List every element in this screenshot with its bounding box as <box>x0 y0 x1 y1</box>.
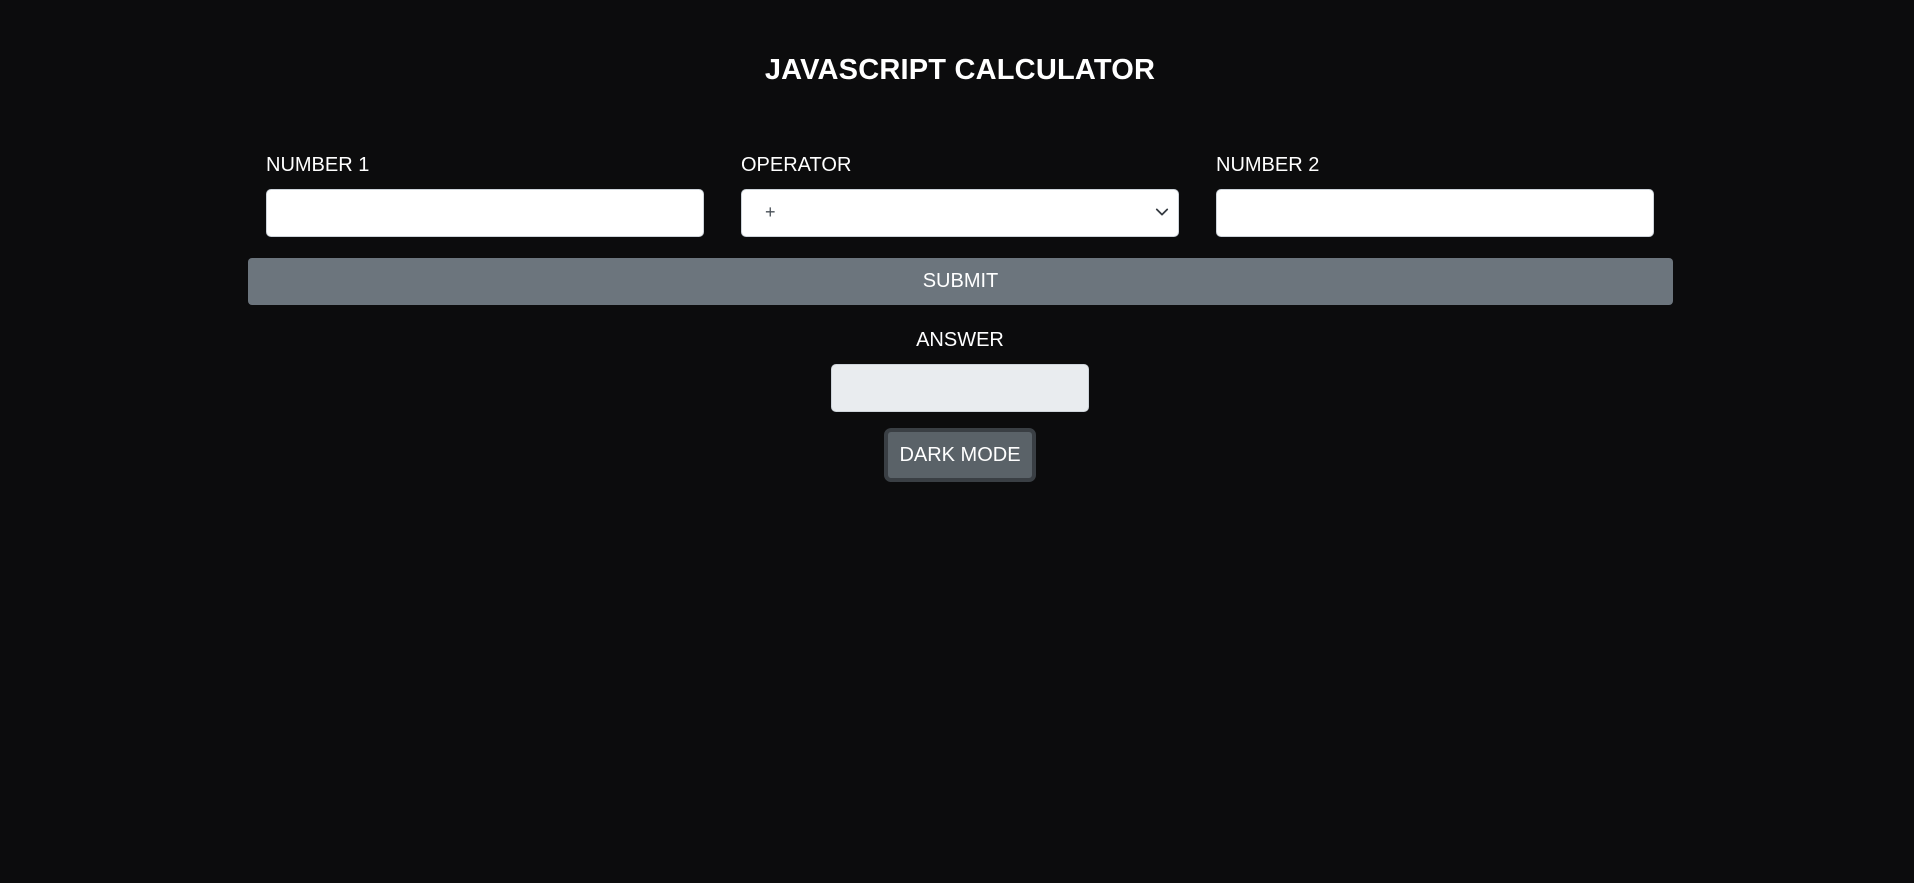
page-title: JAVASCRIPT CALCULATOR <box>764 54 1156 86</box>
number-1-label: NUMBER 1 <box>266 154 370 176</box>
number-2-input[interactable] <box>1216 189 1654 237</box>
operator-label: OPERATOR <box>741 154 852 176</box>
chevron-down-icon <box>1155 208 1169 216</box>
calculator-page: JAVASCRIPT CALCULATOR NUMBER 1 OPERATOR … <box>0 0 1914 883</box>
number-2-label: NUMBER 2 <box>1216 154 1320 176</box>
answer-label: ANSWER <box>916 329 1004 351</box>
dark-mode-button[interactable]: DARK MODE <box>884 428 1036 482</box>
submit-button[interactable]: SUBMIT <box>248 258 1673 305</box>
operator-selected-value: + <box>765 202 776 222</box>
answer-field <box>831 364 1089 412</box>
operator-select[interactable]: + <box>741 189 1179 237</box>
number-1-input[interactable] <box>266 189 704 237</box>
